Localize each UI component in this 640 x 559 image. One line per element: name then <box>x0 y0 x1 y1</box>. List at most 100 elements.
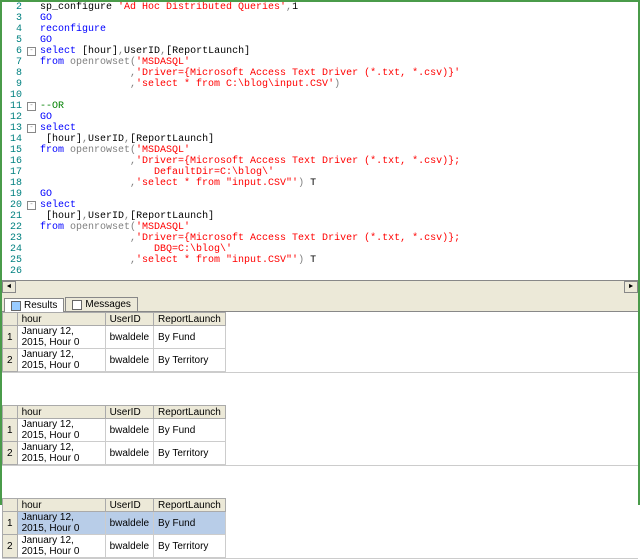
column-header[interactable]: hour <box>17 313 105 326</box>
code-line[interactable]: 15from openrowset('MSDASQL' <box>2 145 638 156</box>
tab-messages[interactable]: Messages <box>65 297 138 311</box>
code-text[interactable]: from openrowset('MSDASQL' <box>40 57 638 68</box>
code-text[interactable]: GO <box>40 112 638 123</box>
code-line[interactable]: 3GO <box>2 13 638 24</box>
code-line[interactable]: 26 <box>2 266 638 277</box>
cell[interactable]: By Territory <box>154 442 226 465</box>
row-number[interactable]: 2 <box>3 442 18 465</box>
code-line[interactable]: 16 ,'Driver={Microsoft Access Text Drive… <box>2 156 638 167</box>
cell[interactable]: January 12, 2015, Hour 0 <box>17 349 105 372</box>
code-text[interactable] <box>40 90 638 101</box>
table-row[interactable]: 2January 12, 2015, Hour 0bwaldeleBy Terr… <box>3 442 226 465</box>
row-number[interactable]: 2 <box>3 349 18 372</box>
cell[interactable]: bwaldele <box>105 535 153 558</box>
row-number[interactable]: 1 <box>3 419 18 442</box>
code-line[interactable]: 10 <box>2 90 638 101</box>
cell[interactable]: January 12, 2015, Hour 0 <box>17 535 105 558</box>
cell[interactable]: January 12, 2015, Hour 0 <box>17 419 105 442</box>
code-line[interactable]: 21 [hour],UserID,[ReportLaunch] <box>2 211 638 222</box>
cell[interactable]: By Territory <box>154 349 226 372</box>
grid-corner[interactable] <box>3 499 18 512</box>
code-line[interactable]: 5GO <box>2 35 638 46</box>
code-text[interactable]: ,'select * from "input.CSV"') T <box>40 178 638 189</box>
code-line[interactable]: 6-select [hour],UserID,[ReportLaunch] <box>2 46 638 57</box>
table-row[interactable]: 2January 12, 2015, Hour 0bwaldeleBy Terr… <box>3 535 226 558</box>
collapse-toggle[interactable]: - <box>27 102 36 111</box>
code-text[interactable]: ,'Driver={Microsoft Access Text Driver (… <box>40 156 638 167</box>
row-number[interactable]: 1 <box>3 326 18 349</box>
results-table[interactable]: hourUserIDReportLaunch1January 12, 2015,… <box>2 312 226 372</box>
column-header[interactable]: UserID <box>105 406 153 419</box>
column-header[interactable]: UserID <box>105 313 153 326</box>
code-line[interactable]: 4reconfigure <box>2 24 638 35</box>
table-row[interactable]: 1January 12, 2015, Hour 0bwaldeleBy Fund <box>3 419 226 442</box>
code-text[interactable]: select <box>40 123 638 134</box>
code-line[interactable]: 23 ,'Driver={Microsoft Access Text Drive… <box>2 233 638 244</box>
code-text[interactable]: from openrowset('MSDASQL' <box>40 145 638 156</box>
code-line[interactable]: 8 ,'Driver={Microsoft Access Text Driver… <box>2 68 638 79</box>
code-text[interactable]: ,'select * from "input.CSV"') T <box>40 255 638 266</box>
code-text[interactable]: DefaultDir=C:\blog\' <box>40 167 638 178</box>
cell[interactable]: By Fund <box>154 512 226 535</box>
scroll-right-arrow[interactable]: ► <box>624 281 638 293</box>
cell[interactable]: bwaldele <box>105 326 153 349</box>
table-row[interactable]: 1January 12, 2015, Hour 0bwaldeleBy Fund <box>3 512 226 535</box>
collapse-toggle[interactable]: - <box>27 47 36 56</box>
code-text[interactable]: from openrowset('MSDASQL' <box>40 222 638 233</box>
row-number[interactable]: 2 <box>3 535 18 558</box>
code-line[interactable]: 24 DBQ=C:\blog\' <box>2 244 638 255</box>
code-line[interactable]: 25 ,'select * from "input.CSV"') T <box>2 255 638 266</box>
code-text[interactable]: ,'Driver={Microsoft Access Text Driver (… <box>40 233 638 244</box>
tab-results[interactable]: Results <box>4 298 64 312</box>
code-line[interactable]: 18 ,'select * from "input.CSV"') T <box>2 178 638 189</box>
cell[interactable]: By Fund <box>154 419 226 442</box>
cell[interactable]: January 12, 2015, Hour 0 <box>17 442 105 465</box>
code-text[interactable] <box>40 266 638 277</box>
code-text[interactable]: ,'select * from C:\blog\input.CSV') <box>40 79 638 90</box>
cell[interactable]: bwaldele <box>105 442 153 465</box>
results-table[interactable]: hourUserIDReportLaunch1January 12, 2015,… <box>2 498 226 558</box>
code-text[interactable]: select <box>40 200 638 211</box>
table-row[interactable]: 2January 12, 2015, Hour 0bwaldeleBy Terr… <box>3 349 226 372</box>
code-line[interactable]: 17 DefaultDir=C:\blog\' <box>2 167 638 178</box>
row-number[interactable]: 1 <box>3 512 18 535</box>
grid-corner[interactable] <box>3 406 18 419</box>
scroll-left-arrow[interactable]: ◄ <box>2 281 16 293</box>
code-text[interactable]: GO <box>40 13 638 24</box>
table-row[interactable]: 1January 12, 2015, Hour 0bwaldeleBy Fund <box>3 326 226 349</box>
column-header[interactable]: ReportLaunch <box>154 499 226 512</box>
cell[interactable]: bwaldele <box>105 419 153 442</box>
cell[interactable]: January 12, 2015, Hour 0 <box>17 512 105 535</box>
code-text[interactable]: GO <box>40 189 638 200</box>
code-line[interactable]: 12GO <box>2 112 638 123</box>
cell[interactable]: January 12, 2015, Hour 0 <box>17 326 105 349</box>
code-text[interactable]: DBQ=C:\blog\' <box>40 244 638 255</box>
column-header[interactable]: ReportLaunch <box>154 313 226 326</box>
results-table[interactable]: hourUserIDReportLaunch1January 12, 2015,… <box>2 405 226 465</box>
column-header[interactable]: UserID <box>105 499 153 512</box>
code-text[interactable]: --OR <box>40 101 638 112</box>
code-text[interactable]: reconfigure <box>40 24 638 35</box>
column-header[interactable]: ReportLaunch <box>154 406 226 419</box>
code-text[interactable]: ,'Driver={Microsoft Access Text Driver (… <box>40 68 638 79</box>
horizontal-scrollbar[interactable]: ◄ ► <box>2 280 638 294</box>
column-header[interactable]: hour <box>17 406 105 419</box>
code-line[interactable]: 19GO <box>2 189 638 200</box>
grid-corner[interactable] <box>3 313 18 326</box>
code-line[interactable]: 7from openrowset('MSDASQL' <box>2 57 638 68</box>
column-header[interactable]: hour <box>17 499 105 512</box>
code-line[interactable]: 2sp_configure 'Ad Hoc Distributed Querie… <box>2 2 638 13</box>
code-text[interactable]: sp_configure 'Ad Hoc Distributed Queries… <box>40 2 638 13</box>
code-editor[interactable]: 2sp_configure 'Ad Hoc Distributed Querie… <box>2 2 638 280</box>
code-line[interactable]: 13-select <box>2 123 638 134</box>
cell[interactable]: bwaldele <box>105 512 153 535</box>
code-text[interactable]: GO <box>40 35 638 46</box>
code-line[interactable]: 14 [hour],UserID,[ReportLaunch] <box>2 134 638 145</box>
code-line[interactable]: 20-select <box>2 200 638 211</box>
code-line[interactable]: 11---OR <box>2 101 638 112</box>
collapse-toggle[interactable]: - <box>27 201 36 210</box>
code-text[interactable]: [hour],UserID,[ReportLaunch] <box>40 211 638 222</box>
code-line[interactable]: 22from openrowset('MSDASQL' <box>2 222 638 233</box>
cell[interactable]: By Territory <box>154 535 226 558</box>
cell[interactable]: By Fund <box>154 326 226 349</box>
